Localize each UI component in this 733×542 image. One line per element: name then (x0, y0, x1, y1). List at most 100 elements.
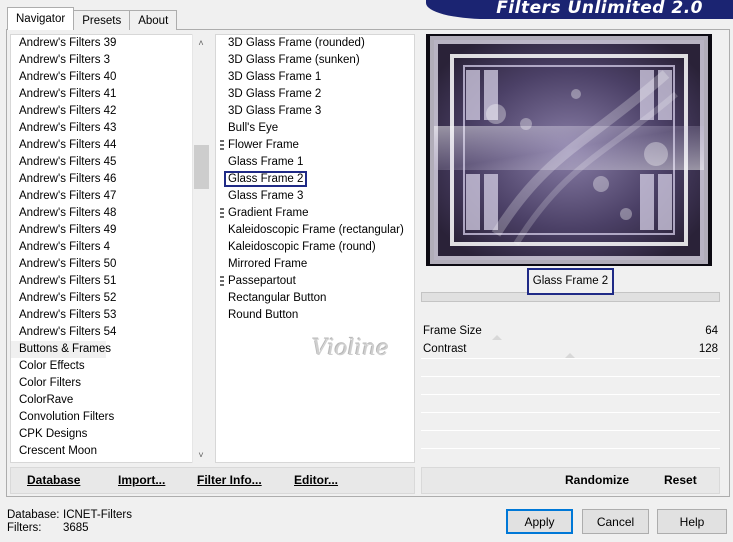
import-button[interactable]: Import... (118, 468, 165, 493)
filter-item[interactable]: Kaleidoscopic Frame (rectangular) (216, 222, 414, 239)
filter-label: Bull's Eye (228, 122, 279, 134)
param-frame-size[interactable]: Frame Size 64 (421, 322, 720, 340)
filter-label: Flower Frame (228, 139, 299, 151)
cancel-button[interactable]: Cancel (582, 509, 649, 534)
tab-about[interactable]: About (129, 10, 178, 30)
filter-label: Glass Frame 2 (223, 171, 308, 187)
filter-label: Passepartout (228, 275, 296, 287)
filter-label: 3D Glass Frame 3 (228, 105, 322, 117)
category-list[interactable]: Andrew's Filters 39 Andrew's Filters 3 And… (10, 34, 209, 463)
navigator-toolbar: Database Import... Filter Info... Editor… (10, 467, 415, 494)
filters-count: 3685 (63, 522, 89, 534)
filter-label: 3D Glass Frame 1 (228, 71, 322, 83)
filter-item[interactable]: Round Button (216, 307, 414, 324)
help-button[interactable]: Help (657, 509, 727, 534)
category-item[interactable]: Andrew's Filters 48 (11, 205, 208, 222)
app-title: Filters Unlimited 2.0 (496, 0, 703, 18)
divider (421, 376, 720, 377)
watermark-text: Violine (312, 336, 390, 361)
category-item[interactable]: Color Filters (11, 375, 208, 392)
preset-grip-icon (220, 140, 224, 151)
filter-label: Kaleidoscopic Frame (round) (228, 241, 376, 253)
preview-filter-name: Glass Frame 2 (527, 268, 614, 295)
watermark-logo: Violine (312, 336, 389, 361)
category-item[interactable]: CPK Designs (11, 426, 208, 443)
filter-list[interactable]: 3D Glass Frame (rounded) 3D Glass Frame (… (215, 34, 415, 463)
param-contrast[interactable]: Contrast 128 (421, 340, 720, 358)
filter-item[interactable]: Passepartout (216, 273, 414, 290)
filter-item[interactable]: 3D Glass Frame 2 (216, 86, 414, 103)
category-item[interactable]: Andrew's Filters 40 (11, 69, 208, 86)
category-item[interactable]: Convolution Filters (11, 409, 208, 426)
category-scrollbar[interactable]: ˄ ˅ (192, 34, 209, 463)
tab-navigator[interactable]: Navigator (7, 7, 75, 30)
category-item[interactable]: Andrew's Filters 43 (11, 120, 208, 137)
filter-label: 3D Glass Frame (sunken) (228, 54, 360, 66)
category-item[interactable]: Andrew's Filters 42 (11, 103, 208, 120)
filter-label: Glass Frame 3 (228, 190, 304, 202)
database-value: ICNET-Filters (63, 509, 132, 521)
divider (421, 412, 720, 413)
filters-label: Filters: (7, 522, 42, 534)
param-value: 64 (705, 325, 718, 337)
scroll-up-icon[interactable]: ˄ (193, 34, 209, 51)
app-banner: Filters Unlimited 2.0 (426, 0, 733, 19)
scroll-down-icon[interactable]: ˅ (193, 446, 209, 463)
category-item[interactable]: ColorRave (11, 392, 208, 409)
filter-item[interactable]: Rectangular Button (216, 290, 414, 307)
category-item[interactable]: Andrew's Filters 3 (11, 52, 208, 69)
category-item[interactable]: Color Effects (11, 358, 208, 375)
category-item[interactable]: Andrew's Filters 51 (11, 273, 208, 290)
category-item[interactable]: Andrew's Filters 41 (11, 86, 208, 103)
status-area: Database: ICNET-Filters Filters: 3685 (7, 509, 132, 535)
divider (421, 430, 720, 431)
parameter-panel: Frame Size 64 Contrast 128 (421, 322, 720, 462)
database-button[interactable]: Database (27, 468, 80, 493)
category-item[interactable]: Andrew's Filters 4 (11, 239, 208, 256)
preset-grip-icon (220, 208, 224, 219)
filter-label: Glass Frame 1 (228, 156, 304, 168)
tab-bar: Navigator Presets About (7, 7, 178, 30)
category-item[interactable]: Andrew's Filters 44 (11, 137, 208, 154)
filter-item[interactable]: 3D Glass Frame (sunken) (216, 52, 414, 69)
category-item[interactable]: Andrew's Filters 52 (11, 290, 208, 307)
filter-item[interactable]: 3D Glass Frame 3 (216, 103, 414, 120)
filter-label: Mirrored Frame (228, 258, 308, 270)
filter-item[interactable]: Glass Frame 2 (216, 171, 414, 188)
preset-grip-icon (220, 276, 224, 287)
category-item[interactable]: Andrew's Filters 39 (11, 35, 208, 52)
filter-item[interactable]: Flower Frame (216, 137, 414, 154)
filter-item[interactable]: 3D Glass Frame (rounded) (216, 35, 414, 52)
divider (421, 394, 720, 395)
randomize-button[interactable]: Randomize (565, 468, 629, 493)
filter-label: 3D Glass Frame 2 (228, 88, 322, 100)
filter-label: Kaleidoscopic Frame (rectangular) (228, 224, 404, 236)
tab-presets[interactable]: Presets (73, 10, 131, 30)
filter-item[interactable]: 3D Glass Frame 1 (216, 69, 414, 86)
category-item[interactable]: Andrew's Filters 46 (11, 171, 208, 188)
reset-button[interactable]: Reset (664, 468, 697, 493)
filter-item[interactable]: Glass Frame 3 (216, 188, 414, 205)
category-item[interactable]: Crescent Moon (11, 443, 208, 460)
preview-toolbar: Randomize Reset (421, 467, 720, 494)
category-item[interactable]: Buttons & Frames (11, 341, 111, 358)
filter-item[interactable]: Mirrored Frame (216, 256, 414, 273)
category-item[interactable]: Andrew's Filters 53 (11, 307, 208, 324)
category-item[interactable]: Andrew's Filters 49 (11, 222, 208, 239)
category-item[interactable]: Andrew's Filters 47 (11, 188, 208, 205)
editor-button[interactable]: Editor... (294, 468, 338, 493)
category-item[interactable]: Andrew's Filters 50 (11, 256, 208, 273)
divider (421, 358, 720, 359)
filter-info-button[interactable]: Filter Info... (197, 468, 262, 493)
apply-button[interactable]: Apply (506, 509, 573, 534)
filter-item[interactable]: Glass Frame 1 (216, 154, 414, 171)
filter-item[interactable]: Gradient Frame (216, 205, 414, 222)
filter-label: Rectangular Button (228, 292, 327, 304)
scroll-thumb[interactable] (194, 145, 209, 189)
filter-item[interactable]: Kaleidoscopic Frame (round) (216, 239, 414, 256)
filter-item[interactable]: Bull's Eye (216, 120, 414, 137)
database-label: Database: (7, 509, 60, 521)
category-item[interactable]: Andrew's Filters 45 (11, 154, 208, 171)
category-item[interactable]: Andrew's Filters 54 (11, 324, 208, 341)
preview-label: Glass Frame 2 (532, 275, 609, 287)
